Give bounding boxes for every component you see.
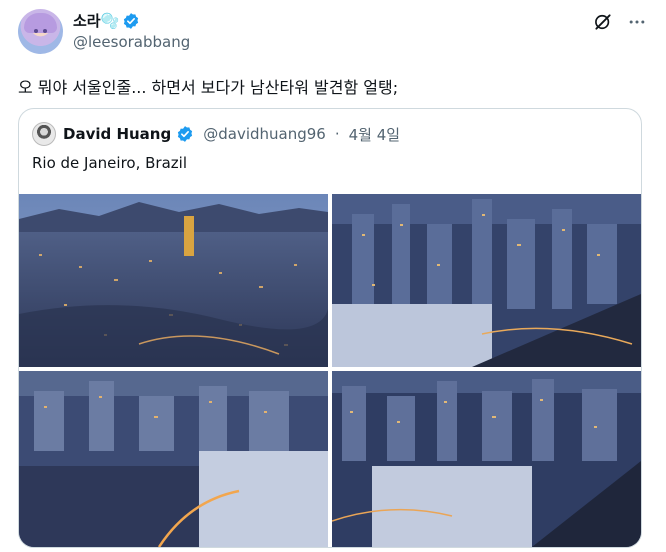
grok-icon: [595, 14, 611, 30]
more-button[interactable]: [626, 11, 648, 33]
post-text: 오 뭐야 서울인줄... 하면서 보다가 남산타워 발견함 얼탱;: [18, 78, 399, 97]
photo-3[interactable]: [19, 371, 328, 547]
quoted-header: David Huang @davidhuang96 · 4월 4일: [32, 122, 400, 146]
quoted-handle: @davidhuang96: [203, 125, 326, 143]
photo-2[interactable]: [332, 194, 641, 367]
author-handle[interactable]: @leesorabbang: [73, 33, 190, 51]
photo-1[interactable]: [19, 194, 328, 367]
author-avatar[interactable]: [18, 9, 63, 54]
verified-badge-icon: [178, 126, 193, 142]
quoted-date: 4월 4일: [348, 125, 401, 144]
quoted-text: Rio de Janeiro, Brazil: [32, 154, 187, 172]
post-actions: [592, 11, 648, 33]
quoted-separator: ·: [334, 125, 340, 143]
verified-badge-icon[interactable]: [122, 12, 140, 30]
photo-grid: [19, 194, 641, 547]
quoted-avatar: [32, 122, 56, 146]
photo-4[interactable]: [332, 371, 641, 547]
more-icon: [629, 20, 645, 24]
author-display-name[interactable]: 소라🫧: [73, 10, 119, 31]
grok-button[interactable]: [592, 11, 614, 33]
author-name-row: 소라🫧: [73, 10, 140, 31]
quoted-post[interactable]: David Huang @davidhuang96 · 4월 4일 Rio de…: [18, 108, 642, 548]
quoted-display-name: David Huang: [63, 125, 172, 143]
